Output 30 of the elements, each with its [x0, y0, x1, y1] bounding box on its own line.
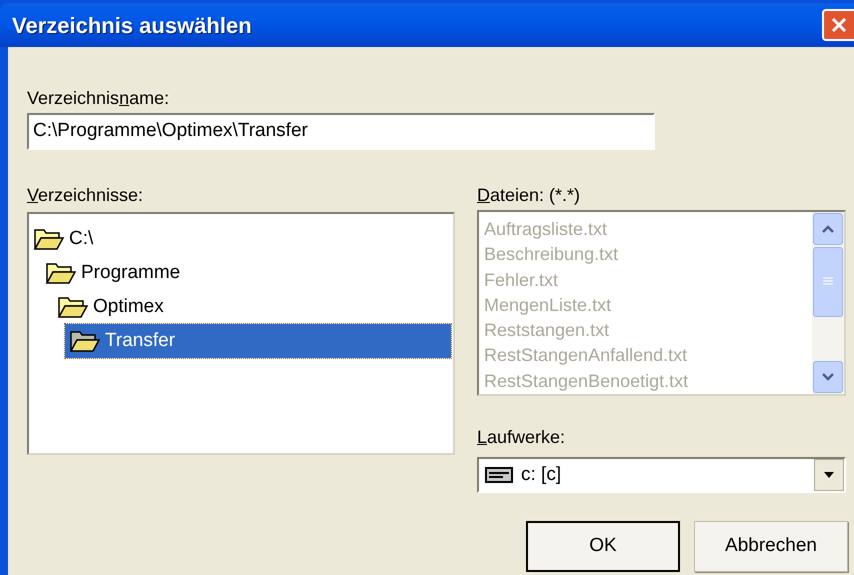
caret-down-icon — [824, 472, 834, 478]
scroll-thumb[interactable] — [813, 247, 843, 317]
tree-item[interactable]: Transfer — [65, 324, 451, 358]
directories-label: Verzeichnisse: — [27, 184, 144, 206]
scrollbar[interactable] — [812, 212, 844, 394]
directory-name-label: Verzeichnisname: — [27, 87, 170, 109]
folder-icon — [33, 227, 65, 251]
chevron-up-icon — [821, 224, 835, 234]
tree-item[interactable]: C:\ — [29, 222, 451, 256]
dialog-button[interactable]: OK — [526, 521, 680, 572]
drive-icon — [485, 467, 513, 483]
drive-value: c: [c] — [521, 462, 562, 487]
tree-item[interactable]: Programme — [41, 256, 451, 290]
folder-icon — [57, 295, 89, 319]
drive-dropdown[interactable]: c: [c] — [477, 457, 846, 493]
dialog-button[interactable]: Abbrechen — [694, 521, 848, 572]
folder-icon — [45, 261, 77, 285]
close-icon — [830, 16, 848, 34]
dropdown-button[interactable] — [814, 459, 844, 491]
directory-name-field[interactable]: C:\Programme\Optimex\Transfer — [27, 113, 655, 150]
window-title: Verzeichnis auswählen — [12, 12, 252, 40]
grip-icon — [822, 277, 834, 287]
scroll-up-button[interactable] — [813, 213, 843, 245]
drives-label: Laufwerke: — [477, 427, 566, 447]
scroll-down-button[interactable] — [813, 361, 843, 393]
tree-item[interactable]: Optimex — [53, 290, 451, 324]
folder-icon — [69, 329, 101, 353]
chevron-down-icon — [821, 372, 835, 382]
close-button[interactable] — [822, 9, 854, 41]
files-label: Dateien: (*.*) — [477, 184, 582, 206]
